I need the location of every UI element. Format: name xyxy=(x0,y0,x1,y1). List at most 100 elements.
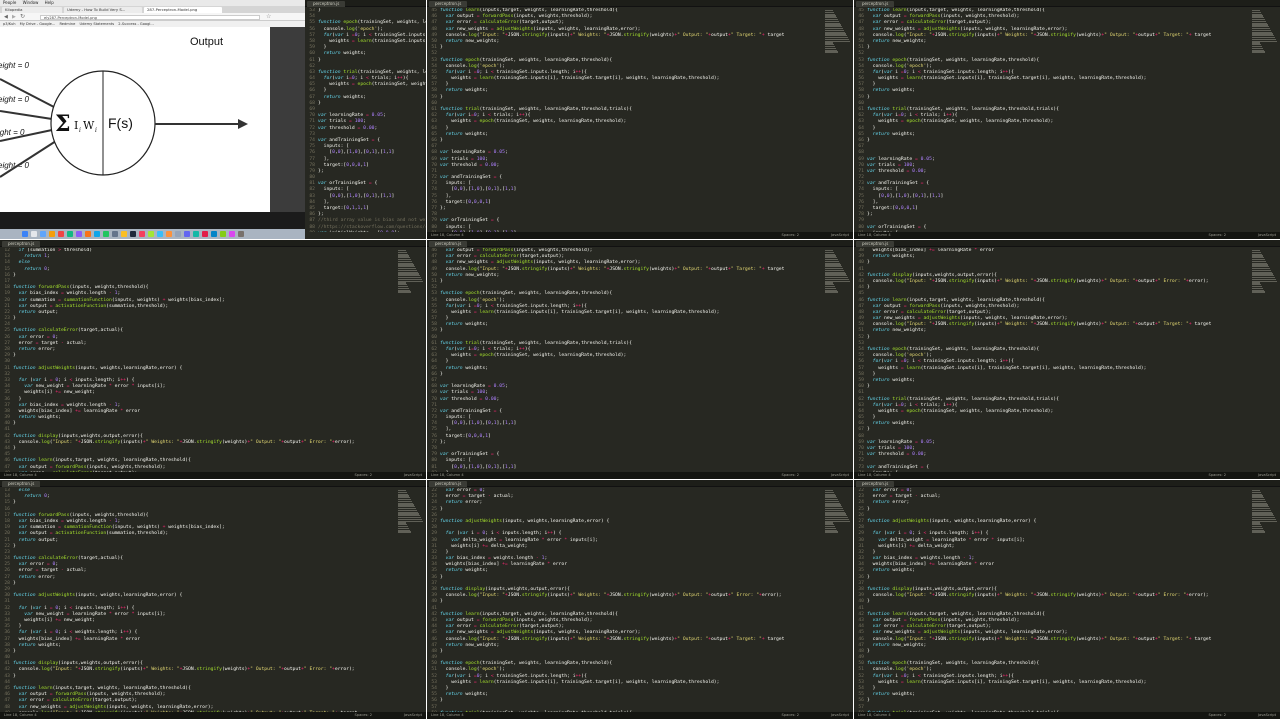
minimap[interactable] xyxy=(1252,250,1278,302)
code-area[interactable]: 12 if (summation > threshold) 13 return 1… xyxy=(0,248,396,472)
editor-tab[interactable]: perceptron.js xyxy=(2,481,41,487)
status-indent[interactable]: Spaces: 2 xyxy=(1209,472,1226,479)
code-area[interactable]: 45 function learn(inputs,target, weights,… xyxy=(854,8,1250,232)
editor-tab[interactable]: perceptron.js xyxy=(429,1,468,7)
status-syntax[interactable]: JavaScript xyxy=(404,712,422,719)
editor-tab[interactable]: perceptron.js xyxy=(429,241,468,247)
star-icon[interactable]: ☆ xyxy=(266,13,271,20)
minimap[interactable] xyxy=(398,490,424,542)
minimap-line xyxy=(1252,51,1265,53)
editor-tab[interactable]: perceptron.js xyxy=(2,241,41,247)
menu-people[interactable]: People xyxy=(3,0,16,5)
notes-icon[interactable] xyxy=(121,231,127,237)
code-text: } xyxy=(440,599,443,605)
browser-toolbar: ◀ ▶ ↻ ely287-Perceptron-Model.png ☆ xyxy=(0,13,305,21)
skype-icon[interactable] xyxy=(211,231,217,237)
code-area[interactable]: 46 var output = forwardPass(inputs, weig… xyxy=(427,248,823,472)
bookmark-2[interactable]: My Drive - Google... xyxy=(20,22,56,26)
editor-window: perceptron.js 38 weights[bias_index] += … xyxy=(854,240,1280,479)
code-text: } xyxy=(440,648,443,654)
status-syntax[interactable]: JavaScript xyxy=(404,472,422,479)
status-indent[interactable]: Spaces: 2 xyxy=(1209,712,1226,719)
status-indent[interactable]: Spaces: 2 xyxy=(782,712,799,719)
bookmark-3[interactable]: Redmine xyxy=(59,22,75,26)
youtube-icon[interactable] xyxy=(202,231,208,237)
code-area[interactable]: 53} 54 55 function epoch(trainingSet, weigh… xyxy=(305,8,426,232)
status-syntax[interactable]: JavaScript xyxy=(1258,232,1276,239)
code-text: var new_weights = adjustWeights(inputs, … xyxy=(18,704,214,710)
status-indent[interactable]: Spaces: 2 xyxy=(1209,232,1226,239)
xcode-icon[interactable] xyxy=(184,231,190,237)
menu-help[interactable]: Help xyxy=(45,0,54,5)
minimap[interactable] xyxy=(825,10,851,62)
minimap[interactable] xyxy=(398,250,424,302)
launchpad-icon[interactable] xyxy=(31,231,37,237)
chrome-icon[interactable] xyxy=(49,231,55,237)
code-text: return weights; xyxy=(18,415,61,421)
bookmark-5[interactable]: 2-Success - Googl... xyxy=(118,22,154,26)
minimap-line xyxy=(398,291,411,293)
code-text: } xyxy=(13,446,16,451)
trash-icon[interactable] xyxy=(238,231,244,237)
calendar-icon[interactable] xyxy=(58,231,64,237)
status-syntax[interactable]: JavaScript xyxy=(1258,712,1276,719)
status-indent[interactable]: Spaces: 2 xyxy=(782,232,799,239)
back-icon[interactable]: ◀ xyxy=(4,14,8,20)
status-syntax[interactable]: JavaScript xyxy=(831,472,849,479)
settings-icon[interactable] xyxy=(112,231,118,237)
sublime-icon[interactable] xyxy=(166,231,172,237)
facetime-icon[interactable] xyxy=(103,231,109,237)
code-text: var output = forwardPass(inputs, weights… xyxy=(872,303,1020,309)
finder-icon[interactable] xyxy=(22,231,28,237)
code-text: var new_weights = adjustWeights(inputs, … xyxy=(445,260,641,266)
status-bar: Line 18, Column 4 Spaces: 2 JavaScript xyxy=(854,232,1280,239)
minimap[interactable] xyxy=(825,490,851,542)
music-icon[interactable] xyxy=(76,231,82,237)
appstore-icon[interactable] xyxy=(157,231,163,237)
editor-tab[interactable]: perceptron.js xyxy=(856,481,895,487)
podcast-icon[interactable] xyxy=(229,231,235,237)
minimap[interactable] xyxy=(825,250,851,302)
forward-icon[interactable]: ▶ xyxy=(12,14,16,20)
bookmark-1[interactable]: p3/Kuh xyxy=(3,22,16,26)
status-indent[interactable]: Spaces: 2 xyxy=(355,712,372,719)
code-area[interactable]: 22 var error = 0; 23 error = target - act… xyxy=(854,488,1250,712)
address-bar[interactable]: ely287-Perceptron-Model.png xyxy=(40,14,260,20)
code-text: return weights; xyxy=(445,131,488,137)
slack-icon[interactable] xyxy=(193,231,199,237)
menu-window[interactable]: Window xyxy=(23,0,39,5)
status-indent[interactable]: Spaces: 2 xyxy=(355,472,372,479)
editor-tab[interactable]: perceptron.js xyxy=(307,1,346,7)
bookmark-4[interactable]: Udemy Statements xyxy=(79,22,114,26)
code-area[interactable]: 45 function learn(inputs,target, weights,… xyxy=(427,8,823,232)
evernote-icon[interactable] xyxy=(220,231,226,237)
panel-5: perceptron.js 38 weights[bias_index] += … xyxy=(854,240,1280,479)
panel-1: perceptron.js 45 function learn(inputs,ta… xyxy=(427,0,853,239)
code-area[interactable]: 22 var error = 0; 23 error = target - act… xyxy=(427,488,823,712)
code-text: return new_weights; xyxy=(872,328,927,334)
preview-icon[interactable] xyxy=(175,231,181,237)
terminal-icon[interactable] xyxy=(130,231,136,237)
status-indent[interactable]: Spaces: 2 xyxy=(782,472,799,479)
mail-icon[interactable] xyxy=(94,231,100,237)
code-area[interactable]: 38 weights[bias_index] += learningRate *… xyxy=(854,248,1250,472)
messages-icon[interactable] xyxy=(67,231,73,237)
minimap[interactable] xyxy=(1252,10,1278,62)
editor-tab[interactable]: perceptron.js xyxy=(429,481,468,487)
maps-icon[interactable] xyxy=(148,231,154,237)
editor-tab[interactable]: perceptron.js xyxy=(856,1,895,7)
status-syntax[interactable]: JavaScript xyxy=(831,712,849,719)
minimap[interactable] xyxy=(1252,490,1278,542)
itunes-icon[interactable] xyxy=(139,231,145,237)
status-syntax[interactable]: JavaScript xyxy=(1258,472,1276,479)
code-text: return weights; xyxy=(18,642,61,648)
code-text: for(var i=0; i < trials; i++){ xyxy=(323,76,409,82)
reload-icon[interactable]: ↻ xyxy=(20,13,25,20)
code-line[interactable]: 89var initialWeights = [0,0,0]; xyxy=(305,231,426,232)
editor-tab[interactable]: perceptron.js xyxy=(856,241,895,247)
photos-icon[interactable] xyxy=(85,231,91,237)
safari-icon[interactable] xyxy=(40,231,46,237)
code-text: function learn(inputs,target, weights, l… xyxy=(13,686,191,691)
code-area[interactable]: 13 else 14 return 0; 15} 16 17 function forwa… xyxy=(0,488,396,712)
status-syntax[interactable]: JavaScript xyxy=(831,232,849,239)
